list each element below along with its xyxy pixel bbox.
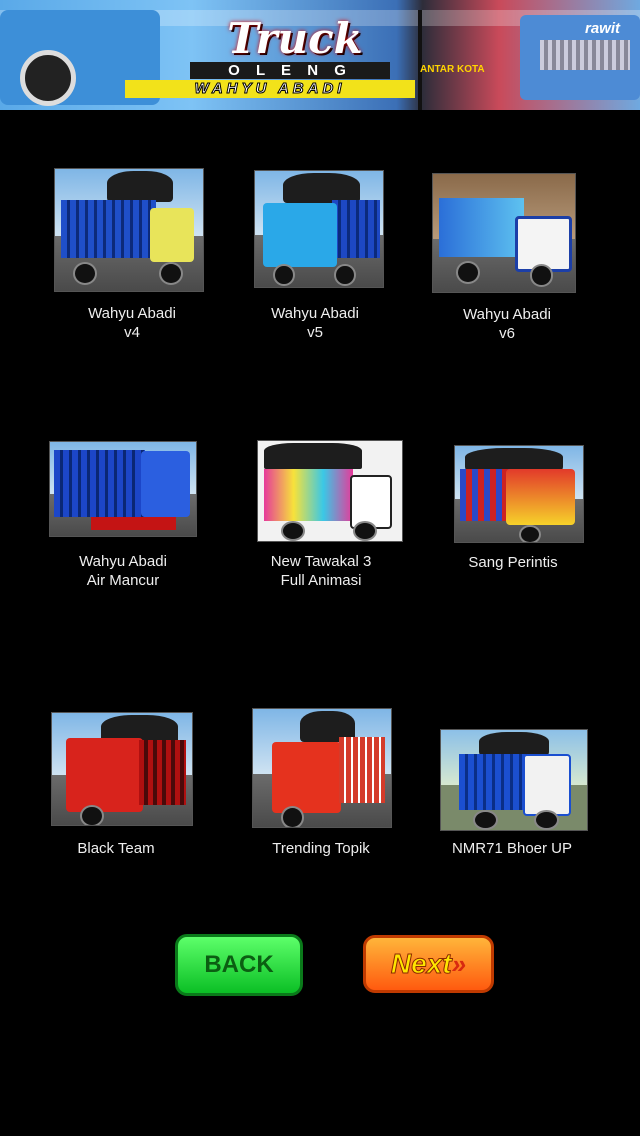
truck-label: Black Team (77, 840, 155, 857)
double-chevron-right-icon: » (451, 949, 467, 979)
banner-title: Truck (227, 14, 363, 63)
banner-grill (540, 40, 630, 70)
truck-thumbnail-image (252, 708, 392, 828)
truck-thumbnail-image (454, 445, 584, 543)
truck-thumbnail-image (257, 440, 403, 542)
truck-label: Wahyu Abadi v6 (463, 306, 551, 342)
truck-thumbnail-image (432, 173, 576, 293)
next-button[interactable]: Next» (363, 935, 494, 993)
banner-subtitle: O L E N G (190, 62, 390, 79)
truck-tile-1[interactable]: Wahyu Abadi v4 (54, 168, 204, 343)
truck-thumbnail-image (49, 441, 197, 537)
header-banner: Truck O L E N G WAHYU ABADI ANTAR KOTA r… (0, 0, 640, 110)
banner-divider (418, 10, 422, 110)
banner-brand-right: rawit (585, 20, 621, 37)
next-button-label: Next (390, 948, 452, 980)
truck-tile-7[interactable]: Black Team (51, 712, 193, 872)
truck-label: Sang Perintis (468, 554, 558, 571)
back-button[interactable]: BACK (175, 934, 303, 996)
truck-thumbnail-image (440, 729, 588, 831)
truck-tile-3[interactable]: Wahyu Abadi v6 (432, 173, 577, 348)
truck-tile-4[interactable]: Wahyu Abadi Air Mancur (49, 441, 199, 616)
back-button-label: BACK (204, 951, 274, 978)
banner-wheel (20, 50, 76, 106)
truck-tile-6[interactable]: Sang Perintis (454, 445, 584, 620)
truck-label: Trending Topik (272, 840, 370, 857)
banner-tag: ANTAR KOTA (420, 64, 485, 75)
truck-tile-8[interactable]: Trending Topik (252, 708, 392, 873)
truck-thumbnail-image (54, 168, 204, 292)
banner-brand: WAHYU ABADI (125, 80, 415, 98)
truck-tile-2[interactable]: Wahyu Abadi v5 (254, 170, 384, 345)
truck-thumbnail-image (254, 170, 384, 288)
truck-label: Wahyu Abadi Air Mancur (79, 553, 167, 589)
truck-tile-9[interactable]: NMR71 Bhoer UP (440, 729, 588, 869)
truck-tile-5[interactable]: New Tawakal 3 Full Animasi (257, 440, 403, 615)
truck-label: Wahyu Abadi v4 (88, 305, 176, 341)
truck-thumbnail-image (51, 712, 193, 826)
truck-label: NMR71 Bhoer UP (451, 840, 573, 857)
truck-label: New Tawakal 3 Full Animasi (270, 553, 372, 589)
truck-label: Wahyu Abadi v5 (271, 305, 359, 341)
